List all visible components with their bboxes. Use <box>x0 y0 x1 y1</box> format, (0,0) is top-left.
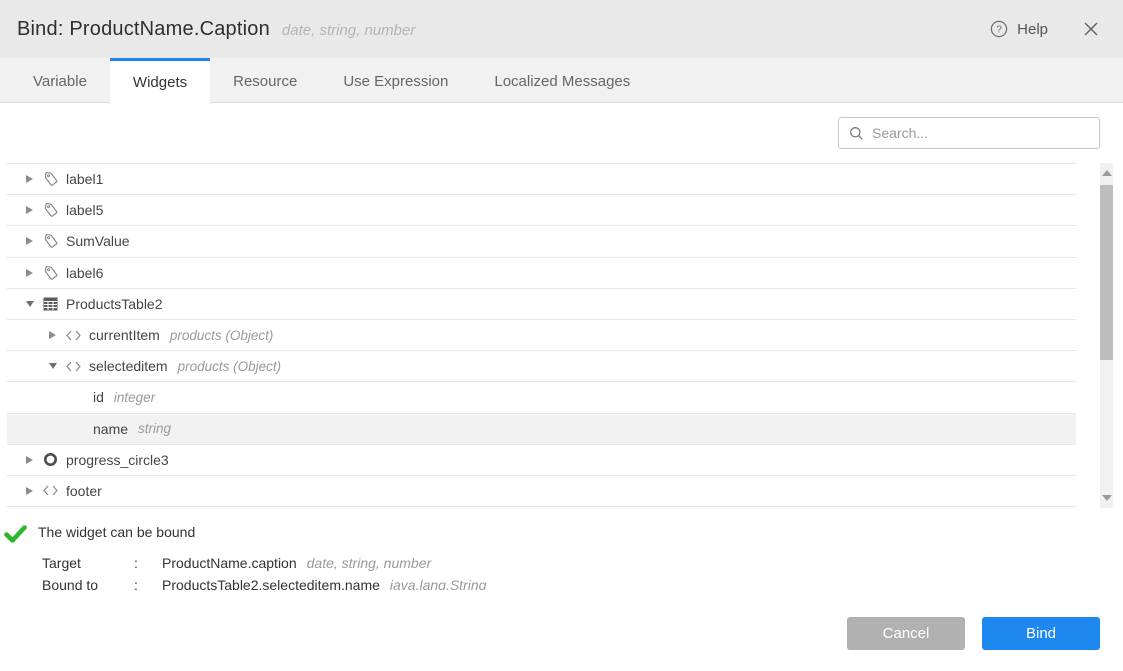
dialog-titlebar: Bind: ProductName.Caption date, string, … <box>0 0 1123 58</box>
tree-row-label: label6 <box>66 265 103 281</box>
circle-icon <box>43 452 66 467</box>
bind-button[interactable]: Bind <box>982 617 1100 650</box>
tree-row-type: products (Object) <box>178 359 282 374</box>
status-value-text: ProductName.caption <box>162 555 297 571</box>
tree-row-label: label1 <box>66 171 103 187</box>
tree-scrollbar[interactable] <box>1100 163 1113 508</box>
dialog-title: Bind: ProductName.Caption <box>17 18 270 41</box>
status-row-separator: : <box>134 555 162 571</box>
search-icon <box>849 126 864 141</box>
binding-status: The widget can be bound Target:ProductNa… <box>0 508 1123 593</box>
chevron-right-icon[interactable] <box>21 236 43 246</box>
chevron-right-icon[interactable] <box>21 486 43 496</box>
chevron-down-icon[interactable] <box>21 300 43 308</box>
tag-icon <box>43 233 66 249</box>
chevron-right-icon[interactable] <box>21 455 43 465</box>
bind-dialog: Bind: ProductName.Caption date, string, … <box>0 0 1123 671</box>
tree-row-ProductsTable2[interactable]: ProductsTable2 <box>7 289 1076 320</box>
close-button[interactable] <box>1083 21 1099 37</box>
tree-row-label: progress_circle3 <box>66 452 169 468</box>
tree-row-name[interactable]: name string <box>7 414 1076 445</box>
tree-row-type: products (Object) <box>170 328 274 343</box>
tree-row-type: string <box>138 421 171 436</box>
question-circle-icon: ? <box>990 20 1008 38</box>
search-row <box>0 103 1123 163</box>
scrollbar-thumb[interactable] <box>1100 185 1113 360</box>
chevron-right-icon[interactable] <box>21 268 43 278</box>
tree-row-label: SumValue <box>66 233 130 249</box>
status-row-label: Target <box>42 555 134 571</box>
tag-icon <box>43 265 66 281</box>
dialog-footer: Cancel Bind <box>0 590 1123 671</box>
scroll-down-icon[interactable] <box>1100 491 1113 505</box>
tag-icon <box>43 202 66 218</box>
tree-row-currentItem[interactable]: currentItem products (Object) <box>7 320 1076 351</box>
tree-row-progress_circle3[interactable]: progress_circle3 <box>7 445 1076 476</box>
chevron-right-icon[interactable] <box>44 330 66 340</box>
search-box[interactable] <box>838 117 1100 149</box>
tree-row-label1[interactable]: label1 <box>7 164 1076 195</box>
tree-row-footer[interactable]: footer <box>7 476 1076 507</box>
help-label: Help <box>1017 21 1048 38</box>
tree-row-type: integer <box>114 390 155 405</box>
dialog-title-types: date, string, number <box>282 22 415 39</box>
tree-row-label: label5 <box>66 202 103 218</box>
help-button[interactable]: ? Help <box>990 20 1048 38</box>
search-input[interactable] <box>872 125 1072 141</box>
tree-row-label: name <box>93 421 128 437</box>
tree-row-label6[interactable]: label6 <box>7 258 1076 289</box>
tab-variable[interactable]: Variable <box>10 58 110 102</box>
scroll-up-icon[interactable] <box>1100 166 1113 180</box>
svg-text:?: ? <box>996 25 1002 36</box>
code-icon <box>66 330 89 341</box>
success-check-icon <box>4 524 30 549</box>
close-icon <box>1083 21 1099 37</box>
tab-widgets[interactable]: Widgets <box>110 58 210 103</box>
status-row-value: ProductName.caption date, string, number <box>162 555 1123 571</box>
tree-row-label: footer <box>66 483 102 499</box>
tree-row-label: currentItem <box>89 327 160 343</box>
chevron-down-icon[interactable] <box>44 362 66 370</box>
table-icon <box>43 297 66 311</box>
tree-row-label5[interactable]: label5 <box>7 195 1076 226</box>
chevron-right-icon[interactable] <box>21 174 43 184</box>
code-icon <box>66 361 89 372</box>
tab-resource[interactable]: Resource <box>210 58 320 102</box>
status-message: The widget can be bound <box>38 524 195 540</box>
status-value-type: date, string, number <box>307 555 432 571</box>
chevron-right-icon[interactable] <box>21 205 43 215</box>
tree-row-selecteditem[interactable]: selecteditem products (Object) <box>7 351 1076 382</box>
tag-icon <box>43 171 66 187</box>
tree-row-label: selecteditem <box>89 358 168 374</box>
tab-use-expression[interactable]: Use Expression <box>320 58 471 102</box>
tree-row-label: id <box>93 389 104 405</box>
cancel-button[interactable]: Cancel <box>847 617 965 650</box>
status-detail-table: Target:ProductName.caption date, string, … <box>42 555 1123 593</box>
tree-row-SumValue[interactable]: SumValue <box>7 226 1076 257</box>
tree-row-label: ProductsTable2 <box>66 296 163 312</box>
code-icon <box>43 485 66 496</box>
widget-tree: label1 label5 SumValue label6 ProductsTable2… <box>0 163 1123 508</box>
tree-row-id[interactable]: id integer <box>7 382 1076 413</box>
tab-bar: VariableWidgetsResourceUse ExpressionLoc… <box>0 58 1123 103</box>
tab-localized-messages[interactable]: Localized Messages <box>471 58 653 102</box>
